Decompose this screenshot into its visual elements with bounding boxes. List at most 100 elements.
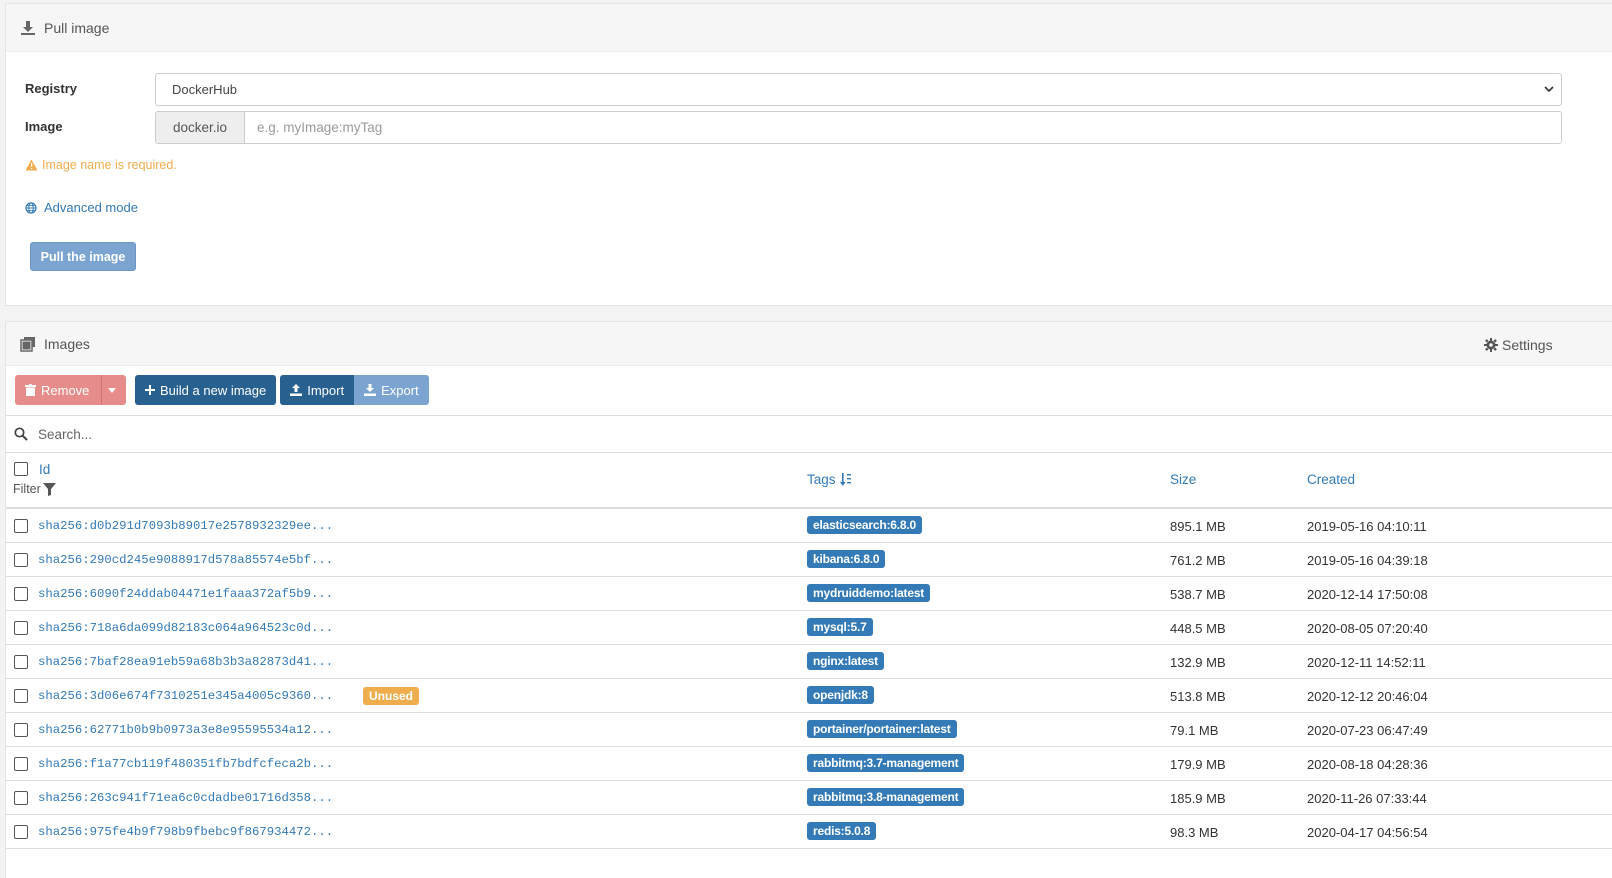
- remove-button[interactable]: Remove: [15, 375, 101, 405]
- image-id-link[interactable]: sha256:7baf28ea91eb59a68b3b3a82873d41...: [38, 655, 333, 669]
- image-created: 2020-07-23 06:47:49: [1307, 723, 1428, 738]
- build-image-button[interactable]: Build a new image: [135, 375, 277, 405]
- advanced-mode-link[interactable]: Advanced mode: [25, 200, 138, 215]
- row-checkbox[interactable]: [14, 587, 28, 601]
- image-id-link[interactable]: sha256:718a6da099d82183c064a964523c0d...: [38, 621, 333, 635]
- image-created: 2020-11-26 07:33:44: [1307, 791, 1427, 806]
- table-row: sha256:290cd245e9088917d578a85574e5bf...…: [6, 543, 1612, 577]
- row-checkbox[interactable]: [14, 519, 28, 533]
- table-row: sha256:f1a77cb119f480351fb7bdfcfeca2b...…: [6, 747, 1612, 781]
- column-size[interactable]: Size: [1170, 472, 1196, 487]
- warning-text: Image name is required.: [42, 158, 177, 172]
- column-tags-label: Tags: [807, 472, 836, 487]
- image-input-group: docker.io: [155, 111, 1562, 144]
- row-checkbox[interactable]: [14, 553, 28, 567]
- image-tag-badge: mysql:5.7: [807, 618, 873, 636]
- image-id-link[interactable]: sha256:290cd245e9088917d578a85574e5bf...: [38, 553, 333, 567]
- row-checkbox[interactable]: [14, 655, 28, 669]
- image-tag-badge: kibana:6.8.0: [807, 550, 886, 568]
- export-button[interactable]: Export: [354, 375, 429, 405]
- import-button[interactable]: Import: [280, 375, 355, 405]
- images-toolbar: Remove Build a new image Import Export: [15, 375, 429, 405]
- caret-down-icon: [107, 387, 116, 393]
- select-all-checkbox[interactable]: [14, 462, 28, 476]
- image-tag-badge: elasticsearch:6.8.0: [807, 516, 922, 534]
- row-checkbox[interactable]: [14, 689, 28, 703]
- table-row: sha256:263c941f71ea6c0cdadbe01716d358...…: [6, 781, 1612, 815]
- image-tag-badge: nginx:latest: [807, 652, 884, 670]
- pull-image-heading: Pull image: [6, 4, 1612, 52]
- image-created: 2020-12-14 17:50:08: [1307, 587, 1428, 602]
- row-checkbox[interactable]: [14, 825, 28, 839]
- image-id-link[interactable]: sha256:62771b0b9b0973a3e8e95595534a12...: [38, 723, 333, 737]
- globe-icon: [25, 201, 37, 214]
- images-heading: Images Settings: [6, 322, 1612, 366]
- table-row: sha256:6090f24ddab04471e1faaa372af5b9...…: [6, 577, 1612, 611]
- remove-dropdown-toggle[interactable]: [101, 375, 126, 405]
- unused-badge: Unused: [363, 687, 420, 705]
- image-created: 2019-05-16 04:10:11: [1307, 519, 1427, 534]
- image-size: 179.9 MB: [1170, 757, 1226, 772]
- registry-prefix: docker.io: [156, 112, 245, 143]
- registry-select-value: DockerHub: [172, 82, 238, 97]
- image-size: 513.8 MB: [1170, 689, 1226, 704]
- export-label: Export: [381, 382, 419, 398]
- image-tag-badge: rabbitmq:3.7-management: [807, 754, 965, 772]
- column-tags[interactable]: Tags: [807, 472, 852, 487]
- image-size: 448.5 MB: [1170, 621, 1226, 636]
- remove-label: Remove: [41, 382, 90, 398]
- images-title: Images: [44, 335, 90, 352]
- image-tag-badge: rabbitmq:3.8-management: [807, 788, 965, 806]
- search-bar: [6, 415, 1612, 453]
- search-input[interactable]: [38, 426, 638, 442]
- image-created: 2020-04-17 04:56:54: [1307, 825, 1428, 840]
- image-size: 538.7 MB: [1170, 587, 1226, 602]
- table-row: sha256:d0b291d7093b89017e2578932329ee...…: [6, 509, 1612, 543]
- filter-button[interactable]: Filter: [13, 482, 56, 496]
- trash-icon: [25, 384, 36, 396]
- image-size: 98.3 MB: [1170, 825, 1219, 840]
- row-checkbox[interactable]: [14, 621, 28, 635]
- settings-button[interactable]: Settings: [1484, 337, 1612, 353]
- image-tag-badge: openjdk:8: [807, 686, 874, 704]
- settings-label: Settings: [1502, 337, 1553, 353]
- image-created: 2020-08-05 07:20:40: [1307, 621, 1428, 636]
- image-id-link[interactable]: sha256:3d06e674f7310251e345a4005c9360...: [38, 689, 333, 703]
- warning-icon: [25, 159, 38, 171]
- clone-icon: [20, 336, 36, 352]
- import-label: Import: [307, 382, 345, 398]
- registry-select[interactable]: DockerHub: [155, 73, 1562, 106]
- image-created: 2020-08-18 04:28:36: [1307, 757, 1428, 772]
- column-created[interactable]: Created: [1307, 472, 1355, 487]
- image-id-link[interactable]: sha256:f1a77cb119f480351fb7bdfcfeca2b...: [38, 757, 333, 771]
- upload-icon: [290, 384, 303, 396]
- image-id-link[interactable]: sha256:263c941f71ea6c0cdadbe01716d358...: [38, 791, 333, 805]
- table-header: Id Filter Tags Size Created: [6, 453, 1612, 509]
- row-checkbox[interactable]: [14, 723, 28, 737]
- column-id[interactable]: Id: [39, 462, 50, 477]
- plus-icon: [145, 385, 155, 395]
- image-required-warning: Image name is required.: [25, 158, 177, 172]
- download-icon: [20, 20, 36, 36]
- image-id-link[interactable]: sha256:6090f24ddab04471e1faaa372af5b9...: [38, 587, 333, 601]
- image-name-input[interactable]: [245, 112, 1561, 143]
- table-row: sha256:62771b0b9b0973a3e8e95595534a12...…: [6, 713, 1612, 747]
- image-tag-badge: portainer/portainer:latest: [807, 720, 957, 738]
- row-checkbox[interactable]: [14, 757, 28, 771]
- image-id-link[interactable]: sha256:975fe4b9f798b9fbebc9f867934472...: [38, 825, 333, 839]
- image-created: 2020-12-11 14:52:11: [1307, 655, 1426, 670]
- image-id-link[interactable]: sha256:d0b291d7093b89017e2578932329ee...: [38, 519, 333, 533]
- pull-image-title: Pull image: [44, 19, 110, 36]
- table-row: sha256:718a6da099d82183c064a964523c0d...…: [6, 611, 1612, 645]
- registry-label: Registry: [25, 81, 78, 96]
- pull-image-button[interactable]: Pull the image: [30, 242, 136, 271]
- images-table-body: sha256:d0b291d7093b89017e2578932329ee...…: [6, 509, 1612, 849]
- images-panel: Images Settings Remove Build a new image…: [5, 321, 1612, 878]
- filter-icon: [42, 482, 56, 496]
- image-tag-badge: redis:5.0.8: [807, 822, 877, 840]
- table-row: sha256:7baf28ea91eb59a68b3b3a82873d41...…: [6, 645, 1612, 679]
- advanced-mode-label: Advanced mode: [44, 200, 138, 215]
- row-checkbox[interactable]: [14, 791, 28, 805]
- image-size: 895.1 MB: [1170, 519, 1226, 534]
- gear-icon: [1484, 338, 1498, 352]
